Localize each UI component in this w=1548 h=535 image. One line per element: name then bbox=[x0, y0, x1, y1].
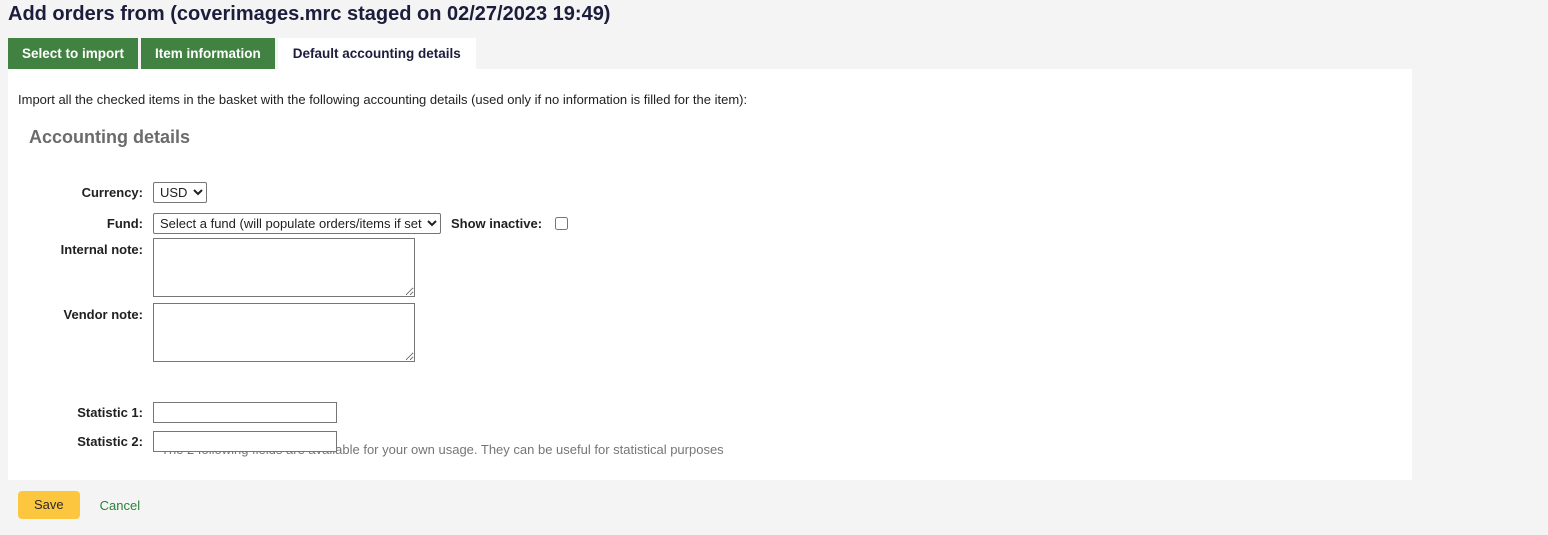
field-row-vendor-note: Vendor note: bbox=[18, 303, 415, 362]
statistic-2-label: Statistic 2: bbox=[77, 434, 143, 449]
currency-select[interactable]: USD bbox=[153, 182, 207, 203]
cancel-link[interactable]: Cancel bbox=[100, 498, 140, 513]
tab-item-information[interactable]: Item information bbox=[141, 38, 275, 69]
field-row-statistic-2: Statistic 2: bbox=[18, 431, 337, 452]
internal-note-textarea[interactable] bbox=[153, 238, 415, 297]
fund-label: Fund: bbox=[106, 216, 143, 231]
tab-label: Item information bbox=[155, 46, 261, 61]
vendor-note-textarea[interactable] bbox=[153, 303, 415, 362]
statistic-1-label: Statistic 1: bbox=[77, 405, 143, 420]
intro-text: Import all the checked items in the bask… bbox=[18, 92, 748, 107]
show-inactive-label: Show inactive: bbox=[451, 216, 543, 231]
tab-select-to-import[interactable]: Select to import bbox=[8, 38, 139, 69]
vendor-note-label: Vendor note: bbox=[63, 307, 143, 322]
section-heading: Accounting details bbox=[29, 127, 191, 147]
footer-actions: Save Cancel bbox=[18, 491, 140, 519]
tab-label: Select to import bbox=[22, 46, 125, 61]
tab-default-accounting-details[interactable]: Default accounting details bbox=[277, 38, 476, 69]
save-button[interactable]: Save bbox=[18, 491, 80, 519]
field-row-fund: Fund: Select a fund (will populate order… bbox=[18, 213, 569, 234]
statistic-1-input[interactable] bbox=[153, 402, 337, 423]
currency-label: Currency: bbox=[81, 185, 143, 200]
internal-note-label: Internal note: bbox=[60, 242, 143, 257]
show-inactive-checkbox[interactable] bbox=[555, 217, 569, 230]
tab-bar: Select to import Item information Defaul… bbox=[8, 38, 476, 69]
page-title: Add orders from (coverimages.mrc staged … bbox=[8, 3, 611, 25]
fund-select[interactable]: Select a fund (will populate orders/item… bbox=[153, 213, 441, 234]
tab-label: Default accounting details bbox=[292, 46, 461, 61]
content-panel: Import all the checked items in the bask… bbox=[8, 69, 1412, 480]
field-row-statistic-1: Statistic 1: bbox=[18, 402, 337, 423]
statistic-2-input[interactable] bbox=[153, 431, 337, 452]
field-row-internal-note: Internal note: bbox=[18, 238, 415, 297]
field-row-currency: Currency: USD bbox=[18, 182, 207, 203]
